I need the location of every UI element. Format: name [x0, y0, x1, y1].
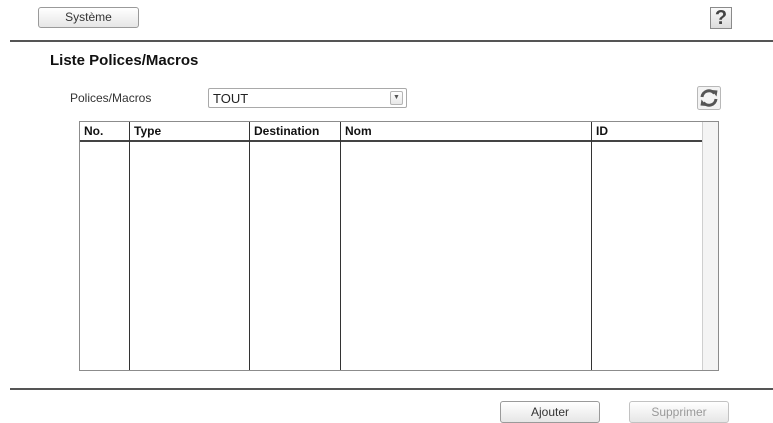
filter-selected-value: TOUT [213, 91, 249, 106]
chevron-down-icon[interactable]: ▼ [390, 91, 403, 105]
top-divider [10, 40, 773, 42]
column-no: No. [80, 122, 130, 370]
refresh-icon[interactable] [697, 86, 721, 110]
column-id: ID [592, 122, 703, 370]
column-header-no[interactable]: No. [80, 122, 129, 142]
column-header-nom[interactable]: Nom [341, 122, 591, 142]
table-scrollbar[interactable] [702, 122, 718, 370]
polices-macros-table: No. Type Destination Nom ID [79, 121, 719, 371]
add-button[interactable]: Ajouter [500, 401, 600, 423]
column-header-type[interactable]: Type [130, 122, 249, 142]
column-header-id[interactable]: ID [592, 122, 702, 142]
column-destination: Destination [250, 122, 341, 370]
delete-button[interactable]: Supprimer [629, 401, 729, 423]
column-header-destination[interactable]: Destination [250, 122, 340, 142]
bottom-divider [10, 388, 773, 390]
help-icon[interactable]: ? [710, 7, 732, 29]
column-type: Type [130, 122, 250, 370]
polices-macros-select[interactable]: TOUT ▼ [208, 88, 407, 108]
filter-label: Polices/Macros [70, 91, 152, 105]
page-title: Liste Polices/Macros [50, 52, 199, 69]
systeme-button[interactable]: Système [38, 7, 139, 28]
column-nom: Nom [341, 122, 592, 370]
